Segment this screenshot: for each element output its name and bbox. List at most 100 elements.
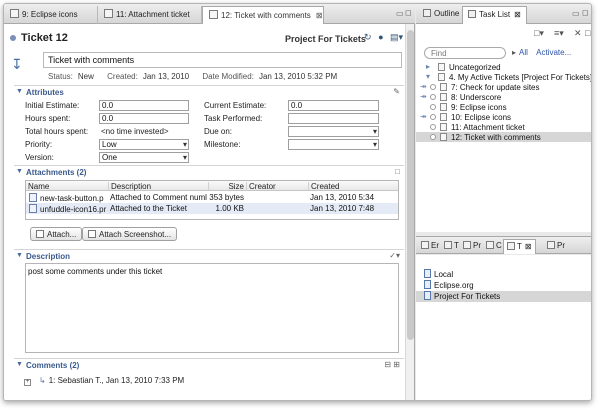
attributes-edit-icon[interactable]: ✎: [393, 87, 400, 96]
collapse-triangle-icon[interactable]: ▼: [16, 252, 23, 259]
tab-task-repositories[interactable]: T ⊠: [503, 239, 536, 254]
task-icon: [440, 113, 447, 121]
list-item[interactable]: ↠ 10: Eclipse icons: [416, 112, 591, 122]
activate-link[interactable]: Activate...: [536, 48, 571, 57]
task-icon: [440, 133, 447, 141]
close-icon[interactable]: ⊠: [525, 242, 532, 251]
focus-icon[interactable]: □: [585, 28, 590, 38]
editor-tab-attachment-ticket[interactable]: 11: Attachment ticket: [98, 6, 202, 24]
bottom-view-tabbar: Er T Pr C T ⊠ Pr: [416, 236, 591, 254]
file-icon: [29, 193, 37, 202]
maximize-icon[interactable]: ◻: [582, 8, 589, 17]
table-row[interactable]: new-task-button.p Attached to Comment nu…: [26, 192, 398, 203]
list-item[interactable]: 9: Eclipse icons: [416, 102, 591, 112]
task-performed-field[interactable]: [288, 113, 379, 124]
tab-progress[interactable]: Pr: [544, 239, 568, 254]
list-item[interactable]: ▾ 4. My Active Tickets [Project For Tick…: [416, 72, 591, 82]
attach-screenshot-button[interactable]: Attach Screenshot...: [82, 227, 178, 241]
spellcheck-icon[interactable]: ✓▾: [389, 251, 400, 260]
priority-select[interactable]: Low: [99, 139, 189, 150]
download-arrow-icon[interactable]: ↧: [11, 56, 23, 73]
tab-tasks[interactable]: T: [441, 239, 462, 254]
due-on-select[interactable]: [288, 126, 379, 137]
category-expander-icon[interactable]: ▾: [426, 72, 430, 81]
expand-icon[interactable]: +: [24, 379, 31, 386]
current-estimate-field[interactable]: 0.0: [288, 100, 379, 111]
minimize-icon[interactable]: ▭: [396, 9, 404, 18]
column-header-name[interactable]: Name: [26, 182, 108, 191]
file-icon: [29, 204, 37, 213]
repository-item[interactable]: Local: [416, 269, 591, 280]
maximize-icon[interactable]: ◻: [405, 8, 412, 17]
repository-icon: [424, 291, 431, 300]
editor-scrollbar[interactable]: [405, 24, 414, 400]
column-header-size[interactable]: Size: [208, 182, 246, 191]
list-item-selected[interactable]: 12: Ticket with comments: [416, 132, 591, 142]
comment-item[interactable]: + ↳ 1: Sebastian T., Jan 13, 2010 7:33 PM: [24, 376, 184, 386]
task-editor: 9: Eclipse icons 11: Attachment ticket 1…: [4, 4, 415, 400]
collapse-triangle-icon[interactable]: ▼: [16, 88, 23, 95]
task-list-view: □▾ ≡▾ ✕ □ Find ▸ All Activate... ▸ Uncate…: [416, 24, 591, 232]
comments-section-header[interactable]: ▼ Comments (2) ⊟ ⊞: [14, 358, 404, 371]
application-window: 9: Eclipse icons 11: Attachment ticket 1…: [3, 3, 592, 401]
scrollbar-thumb[interactable]: [407, 30, 414, 340]
hours-spent-field[interactable]: 0.0: [99, 113, 189, 124]
task-icon: [104, 9, 113, 18]
categories-icon[interactable]: ≡▾: [554, 28, 564, 39]
close-icon[interactable]: ⊠: [316, 11, 323, 20]
tab-problems[interactable]: Pr: [460, 239, 484, 254]
column-header-creator[interactable]: Creator: [246, 182, 308, 191]
attachments-table: Name Description Size Creator Created ne…: [25, 180, 399, 220]
new-task-icon[interactable]: □▾: [534, 28, 544, 39]
list-item[interactable]: 11: Attachment ticket: [416, 122, 591, 132]
collapse-triangle-icon[interactable]: ▼: [16, 168, 23, 175]
summary-field[interactable]: Ticket with comments: [43, 52, 402, 68]
version-select[interactable]: One: [99, 152, 189, 163]
close-icon[interactable]: ⊠: [514, 10, 521, 19]
collapse-all-icon[interactable]: ✕: [574, 28, 582, 39]
attributes-section-header[interactable]: ▼ Attributes ✎: [14, 85, 404, 98]
all-link[interactable]: All: [519, 48, 528, 57]
list-item[interactable]: ↠ 8: Underscore: [416, 92, 591, 102]
list-item[interactable]: ▸ Uncategorized: [416, 62, 591, 72]
task-icon: [209, 10, 218, 19]
description-textarea[interactable]: post some comments under this ticket: [25, 263, 399, 353]
description-section-header[interactable]: ▼ Description ✓▾: [14, 249, 404, 262]
info-icon[interactable]: ●: [378, 32, 383, 42]
milestone-select[interactable]: [288, 139, 379, 150]
tab-task-list[interactable]: Task List ⊠: [462, 6, 527, 24]
task-activation-toggle[interactable]: [430, 94, 436, 100]
total-hours-value: <no time invested>: [101, 127, 169, 136]
task-list-tabbar: Outline Task List ⊠ ▭ ◻: [416, 4, 591, 24]
minimize-icon[interactable]: ▭: [572, 9, 580, 18]
chevron-right-icon: ▸: [512, 48, 517, 57]
layout-menu-icon[interactable]: ▤▾: [390, 32, 403, 42]
table-row[interactable]: unfuddle-icon16.pr Attached to the Ticke…: [26, 203, 398, 214]
task-icon: [440, 103, 447, 111]
expand-collapse-icons[interactable]: ⊟ ⊞: [384, 360, 400, 369]
synchronize-icon[interactable]: ↻: [364, 32, 372, 42]
editor-tab-eclipse-icons[interactable]: 9: Eclipse icons: [4, 6, 98, 24]
repository-item-selected[interactable]: Project For Tickets: [416, 291, 591, 302]
task-activation-toggle[interactable]: [430, 84, 436, 90]
attach-button[interactable]: Attach...: [30, 227, 83, 241]
column-header-created[interactable]: Created: [308, 182, 398, 191]
find-input[interactable]: Find: [424, 47, 506, 59]
list-item[interactable]: ↠ 7: Check for update sites: [416, 82, 591, 92]
collapse-triangle-icon[interactable]: ▼: [16, 361, 23, 368]
task-activation-toggle[interactable]: [430, 104, 436, 110]
tab-console[interactable]: C: [483, 239, 505, 254]
task-icon: [440, 93, 447, 101]
new-attachment-icon[interactable]: □: [395, 167, 400, 176]
task-activation-toggle[interactable]: [430, 124, 436, 130]
tab-outline[interactable]: Outline: [418, 6, 464, 24]
task-activation-toggle[interactable]: [430, 114, 436, 120]
tab-error-log[interactable]: Er: [418, 239, 442, 254]
category-expander-icon[interactable]: ▸: [426, 62, 430, 71]
task-activation-toggle[interactable]: [430, 134, 436, 140]
column-header-description[interactable]: Description: [108, 182, 208, 191]
initial-estimate-field[interactable]: 0.0: [99, 100, 189, 111]
attachments-section-header[interactable]: ▼ Attachments (2) □: [14, 165, 404, 178]
editor-tab-ticket-with-comments[interactable]: 12: Ticket with comments ⊠: [202, 6, 324, 24]
repository-item[interactable]: Eclipse.org: [416, 280, 591, 291]
